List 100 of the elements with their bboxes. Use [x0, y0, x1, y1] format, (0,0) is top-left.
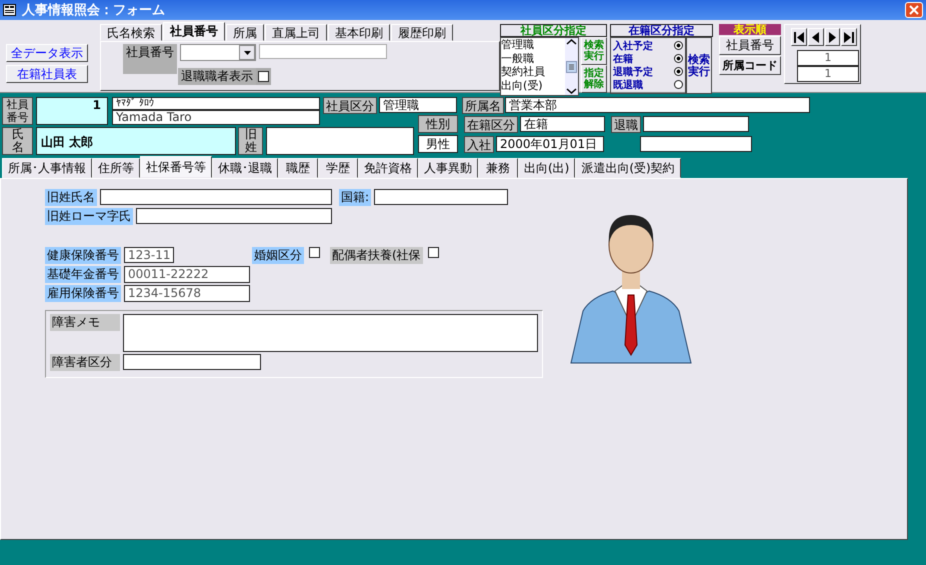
scroll-up-icon: [566, 38, 577, 46]
name-field[interactable]: 山田 太郎: [36, 127, 236, 155]
employee-type-field[interactable]: 管理職: [379, 97, 457, 113]
filter-button[interactable]: 指定解除: [581, 65, 607, 93]
department-field[interactable]: 営業本部: [505, 97, 810, 113]
field-label: 社員番号: [123, 44, 177, 74]
first-icon: [794, 32, 804, 42]
search-tab[interactable]: 所属: [226, 24, 264, 41]
search-tab[interactable]: 基本印刷: [328, 24, 390, 41]
retired-checkbox[interactable]: [258, 71, 269, 82]
search-tab[interactable]: 氏名検索: [100, 24, 162, 41]
pension-number-field[interactable]: 00011-22222: [124, 266, 250, 283]
record-count: 1: [797, 66, 859, 82]
field-label: 基礎年金番号: [45, 266, 121, 283]
field-label: 氏名: [2, 127, 33, 155]
join-date-field[interactable]: 2000年01月01日: [496, 136, 604, 152]
employment-insurance-field[interactable]: 1234-15678: [124, 285, 250, 302]
field-label: 入社: [464, 136, 494, 152]
previous-icon: [812, 32, 820, 42]
previous-record-button[interactable]: [808, 28, 824, 46]
scroll-thumb-icon: [566, 60, 577, 72]
checkbox-label: 退職職者表示: [178, 68, 256, 85]
option-label: 既退職: [613, 78, 643, 92]
sort-button[interactable]: 社員番号: [719, 36, 781, 55]
first-record-button[interactable]: [791, 28, 807, 46]
field-label: 障害者区分: [50, 354, 120, 371]
detail-tab[interactable]: 所属･人事情報: [2, 158, 92, 178]
show-button[interactable]: 全データ表示: [6, 44, 88, 62]
field-label: 社員区分: [323, 97, 377, 114]
disability-memo-field[interactable]: [123, 314, 538, 352]
list-item[interactable]: 一般職: [501, 52, 565, 65]
field-label: 障害メモ: [50, 314, 120, 331]
old-name-romaji-field[interactable]: [136, 208, 332, 224]
window-title: 人事情報照会：フォーム: [22, 2, 166, 19]
option-label: 在籍: [613, 52, 633, 66]
detail-tab[interactable]: 派遣出向(受)契約: [575, 158, 681, 178]
status-radio[interactable]: [674, 80, 683, 89]
employee-number-dropdown[interactable]: [180, 44, 256, 61]
field-label: 所属名: [462, 97, 504, 114]
scrollbar[interactable]: [565, 38, 578, 95]
detail-tab[interactable]: 出向(出): [518, 158, 576, 178]
romaji-name-field[interactable]: Yamada Taro: [112, 110, 320, 125]
marriage-checkbox[interactable]: [309, 247, 320, 258]
record-number: 1: [797, 50, 859, 66]
gender-field[interactable]: 男性: [418, 135, 458, 153]
show-button[interactable]: 在籍社員表: [6, 65, 88, 83]
detail-tab[interactable]: 住所等: [92, 158, 140, 178]
field-label: 旧姓氏名: [45, 189, 97, 206]
sort-button[interactable]: 所属コード: [719, 56, 781, 75]
field-label: 健康保険番号: [45, 247, 121, 264]
field-label: 退職: [611, 116, 641, 132]
detail-tab[interactable]: 免許資格: [358, 158, 418, 178]
next-record-button[interactable]: [824, 28, 840, 46]
search-input-field[interactable]: [259, 44, 387, 59]
field-label: 性別: [418, 115, 458, 133]
next-icon: [828, 32, 836, 42]
list-item[interactable]: 契約社員: [501, 65, 565, 78]
close-button[interactable]: [905, 2, 923, 18]
detail-tab[interactable]: 兼務: [478, 158, 518, 178]
old-name-field[interactable]: [100, 189, 332, 205]
close-icon: [909, 5, 919, 15]
disability-type-field[interactable]: [123, 354, 261, 370]
employee-type-list[interactable]: 管理職 一般職 契約社員 出向(受): [500, 37, 579, 96]
list-item[interactable]: 出向(受): [501, 78, 565, 92]
status-radio[interactable]: [674, 67, 683, 76]
employee-number-field[interactable]: 1: [36, 97, 108, 125]
detail-tab[interactable]: 社保番号等: [140, 156, 212, 178]
status-radio[interactable]: [674, 54, 683, 63]
field-label: 在籍区分: [464, 116, 518, 132]
detail-tab[interactable]: 休職･退職: [212, 158, 278, 178]
option-label: 入社予定: [613, 39, 653, 52]
text-field[interactable]: [640, 136, 752, 152]
status-field[interactable]: 在籍: [520, 116, 605, 132]
field-label: 雇用保険番号: [45, 285, 121, 302]
health-insurance-field[interactable]: 123-11: [124, 247, 174, 263]
detail-tab[interactable]: 職歴: [278, 158, 318, 178]
status-radio[interactable]: [674, 41, 683, 50]
field-label: 社員番号: [2, 97, 33, 125]
list-item[interactable]: 管理職: [501, 38, 565, 52]
last-record-button[interactable]: [841, 28, 857, 46]
field-label: 配偶者扶養(社保: [330, 247, 423, 264]
search-tab[interactable]: 社員番号: [163, 22, 225, 41]
field-label: 旧姓: [238, 127, 263, 155]
spouse-checkbox[interactable]: [428, 247, 439, 258]
detail-tab[interactable]: 学歴: [318, 158, 358, 178]
retire-date-field[interactable]: [643, 116, 749, 132]
kana-name-field[interactable]: ﾔﾏﾀﾞ ﾀﾛｳ: [112, 97, 320, 110]
search-tab[interactable]: 履歴印刷: [391, 24, 453, 41]
detail-tab[interactable]: 人事異動: [418, 158, 478, 178]
old-surname-field[interactable]: [266, 127, 414, 155]
filter-button[interactable]: 検索実行: [581, 37, 607, 65]
nationality-field[interactable]: [374, 189, 508, 205]
search-button[interactable]: 検索実行: [686, 37, 712, 94]
last-icon: [844, 32, 854, 42]
form-icon: [3, 4, 16, 16]
scroll-down-icon: [566, 87, 577, 95]
group-title: 表示順: [719, 24, 781, 35]
field-label: 国籍:: [339, 189, 372, 206]
group-title: 社員区分指定: [500, 24, 607, 37]
search-tab[interactable]: 直属上司: [265, 24, 327, 41]
